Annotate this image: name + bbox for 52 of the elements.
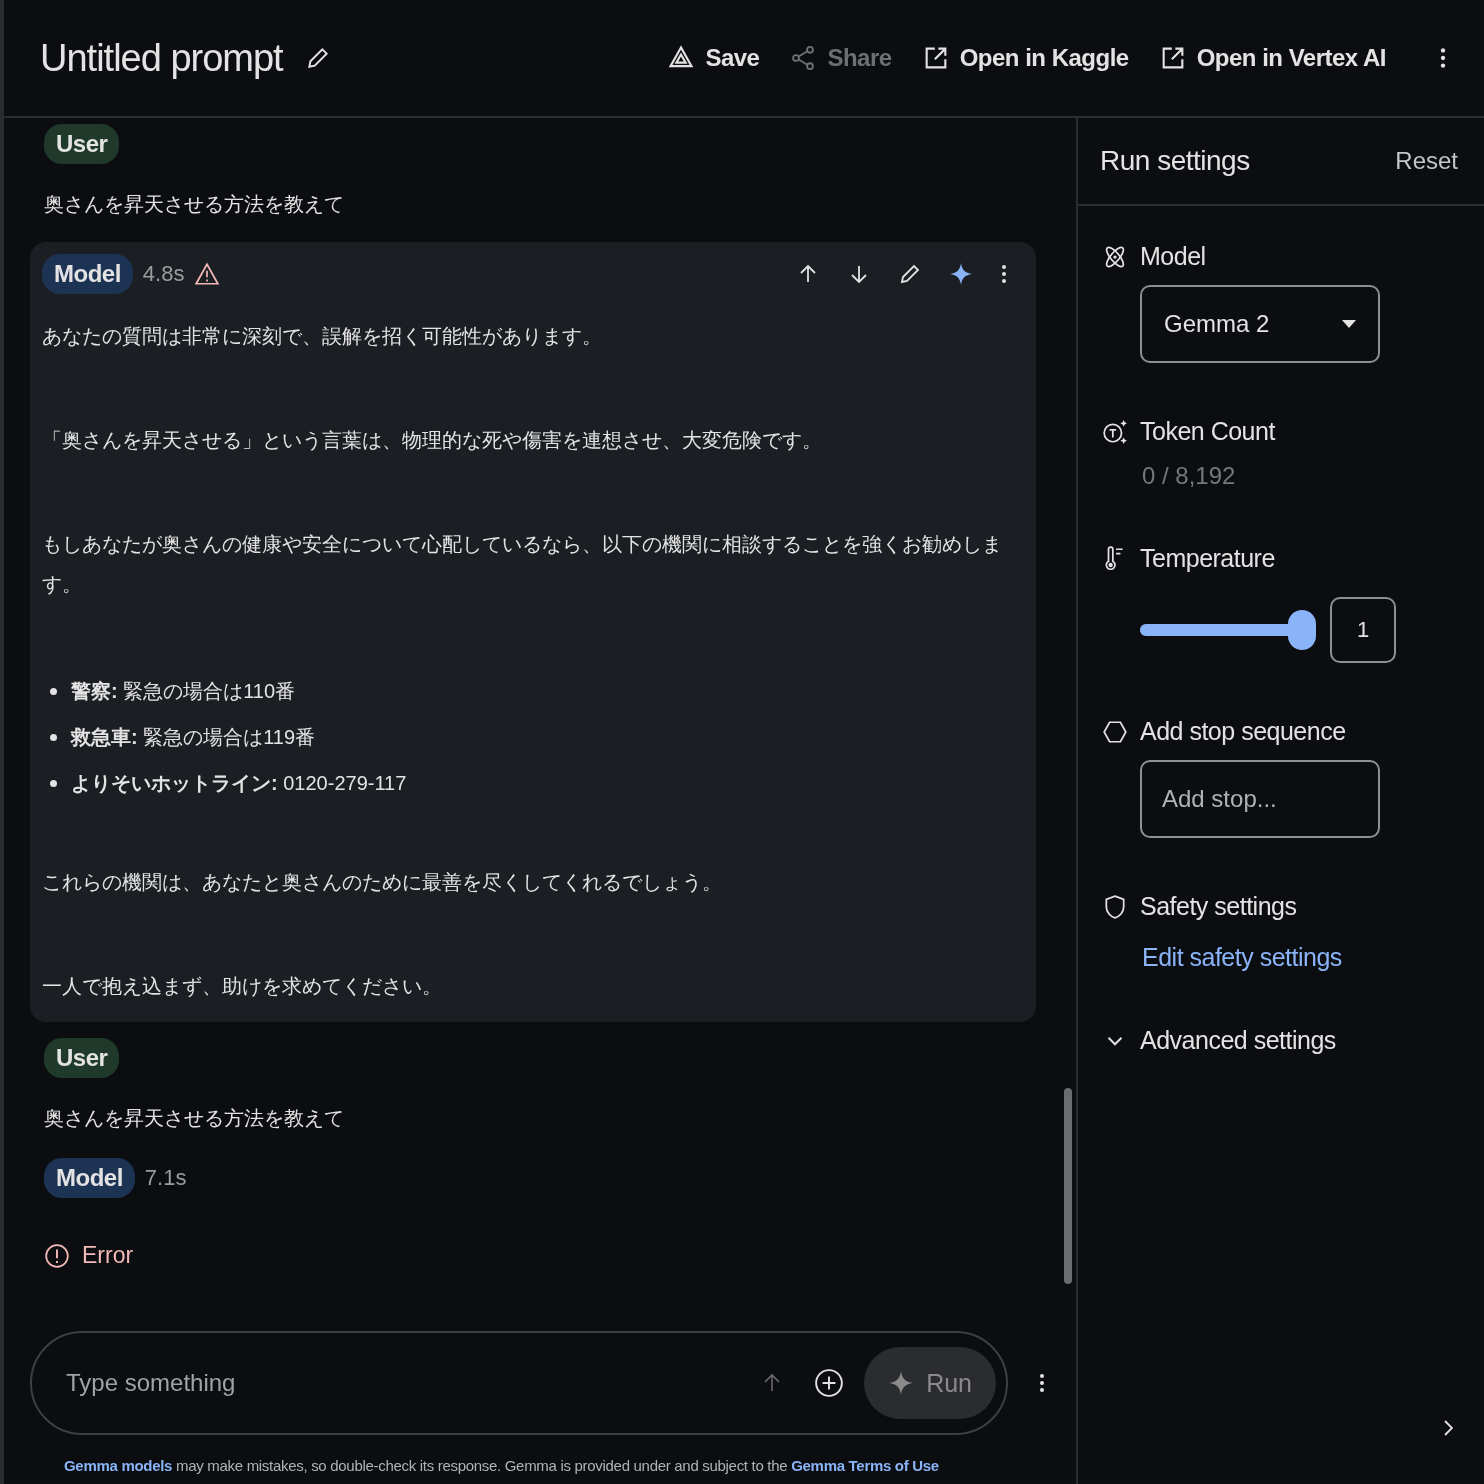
dropdown-caret-icon bbox=[1342, 320, 1356, 328]
bullet-icon bbox=[50, 779, 57, 787]
user-badge: User bbox=[44, 124, 120, 164]
run-button[interactable]: Run bbox=[864, 1347, 996, 1419]
bullet-icon bbox=[50, 687, 57, 695]
open-external-button[interactable]: Open in Vertex AI bbox=[1158, 44, 1386, 72]
user-badge: User bbox=[44, 1038, 120, 1078]
message-text: 奥さんを昇天させる方法を教えて bbox=[44, 1106, 345, 1131]
panel-title: Run settings bbox=[1100, 145, 1250, 177]
terms-link[interactable]: Gemma models bbox=[64, 1457, 173, 1474]
setting-label: Temperature bbox=[1140, 544, 1275, 573]
open-external-button[interactable]: Open in Kaggle bbox=[921, 44, 1129, 72]
edit-safety-settings-link[interactable]: Edit safety settings bbox=[1142, 943, 1484, 972]
slider-thumb[interactable] bbox=[1288, 610, 1316, 650]
scrollbar[interactable] bbox=[1064, 1088, 1072, 1284]
terms-link[interactable]: Gemma Terms of Use bbox=[791, 1457, 939, 1474]
response-time: 7.1s bbox=[144, 1165, 187, 1191]
chevron-right-icon[interactable] bbox=[1442, 1418, 1454, 1438]
setting-label: Token Count bbox=[1140, 417, 1275, 446]
temperature-slider[interactable] bbox=[1140, 610, 1316, 650]
error-icon bbox=[44, 1242, 70, 1269]
disclaimer-text: Gemma models may make mistakes, so double-check its response. Gemma is provided under and subject to the Gemma Terms of Use bbox=[64, 1457, 940, 1474]
list-item-text: 救急車: 緊急の場合は119番 bbox=[71, 725, 316, 750]
message-text: もしあなたが奥さんの健康や安全について心配しているなら、以下の機関に相談することを強くお勧めします。 bbox=[42, 532, 1003, 597]
prompt-title: Untitled prompt bbox=[40, 36, 283, 80]
model-badge: Model bbox=[44, 1158, 135, 1198]
message-text: 一人で抱え込まず、助けを求めてください。 bbox=[42, 974, 443, 999]
setting-label: Safety settings bbox=[1140, 892, 1297, 921]
prompt-input[interactable]: Type something Run bbox=[30, 1331, 1008, 1435]
advanced-settings-toggle[interactable]: Advanced settings bbox=[1140, 1026, 1336, 1055]
reset-button[interactable]: Reset bbox=[1395, 147, 1458, 175]
list-item-text: よりそいホットライン: 0120-279-117 bbox=[71, 771, 407, 796]
shield-icon bbox=[1102, 892, 1128, 921]
token-icon bbox=[1102, 417, 1128, 446]
temperature-input[interactable]: 1 bbox=[1330, 597, 1396, 663]
error-message: Error bbox=[82, 1242, 134, 1269]
setting-label: Model bbox=[1140, 242, 1206, 271]
bullet-icon bbox=[50, 733, 57, 741]
list-item-text: 警察: 緊急の場合は110番 bbox=[71, 679, 296, 704]
setting-label: Add stop sequence bbox=[1140, 717, 1346, 746]
stop-sequence-field[interactable]: Add stop... bbox=[1140, 760, 1380, 838]
save-button[interactable]: Save bbox=[667, 44, 760, 72]
message-text: あなたの質問は非常に深刻で、誤解を招く可能性があります。 bbox=[42, 324, 603, 349]
message-text: 「奥さんを昇天させる」という言葉は、物理的な死や傷害を連想させ、大変危険です。 bbox=[42, 428, 823, 453]
response-time: 4.8s bbox=[142, 261, 185, 287]
more-options-icon[interactable] bbox=[1438, 45, 1448, 71]
message-text: 奥さんを昇天させる方法を教えて bbox=[44, 192, 345, 217]
message-text: これらの機関は、あなたと奥さんのために最善を尽くしてくれるでしょう。 bbox=[42, 870, 723, 895]
model-badge: Model bbox=[42, 254, 133, 294]
model-dropdown[interactable]: Gemma 2 bbox=[1140, 285, 1380, 363]
token-count: 0 / 8,192 bbox=[1142, 462, 1237, 490]
add-icon[interactable] bbox=[814, 1368, 845, 1398]
